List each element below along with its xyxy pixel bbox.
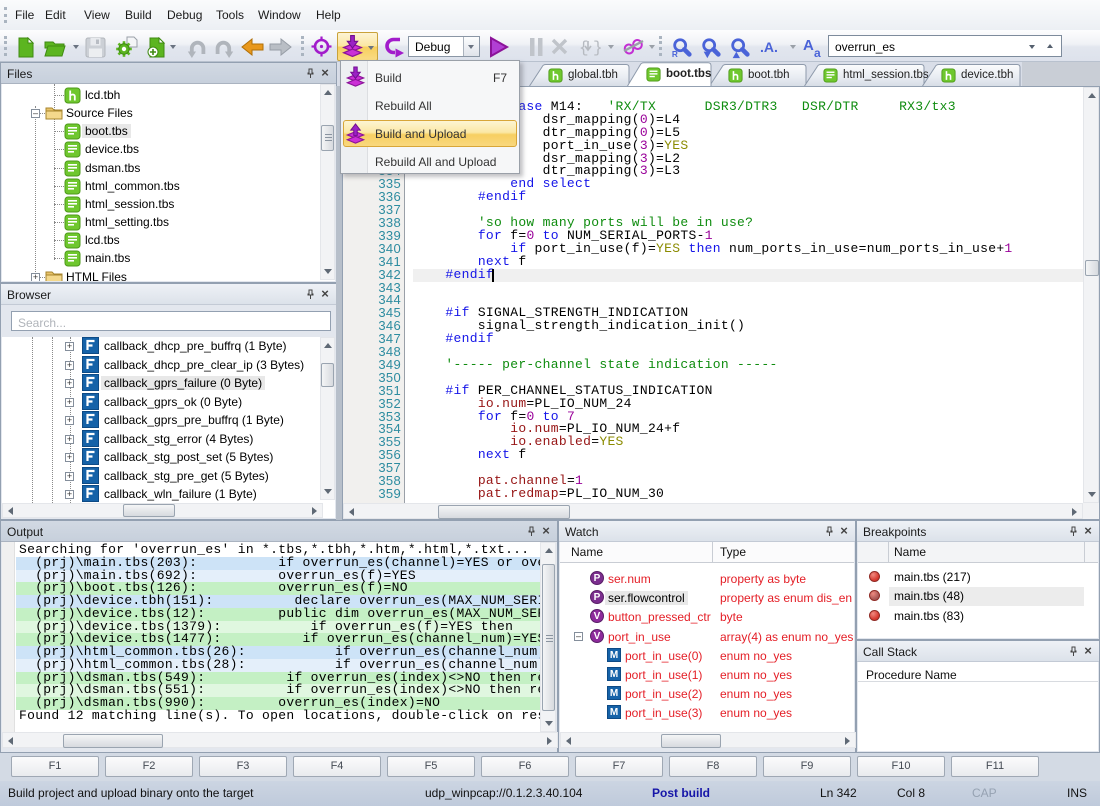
svg-text:A: A [803,37,814,54]
svg-text:}: } [593,39,601,57]
svg-text:a: a [814,46,821,60]
svg-text:.A.: .A. [760,39,778,55]
svg-text:R: R [672,50,678,59]
